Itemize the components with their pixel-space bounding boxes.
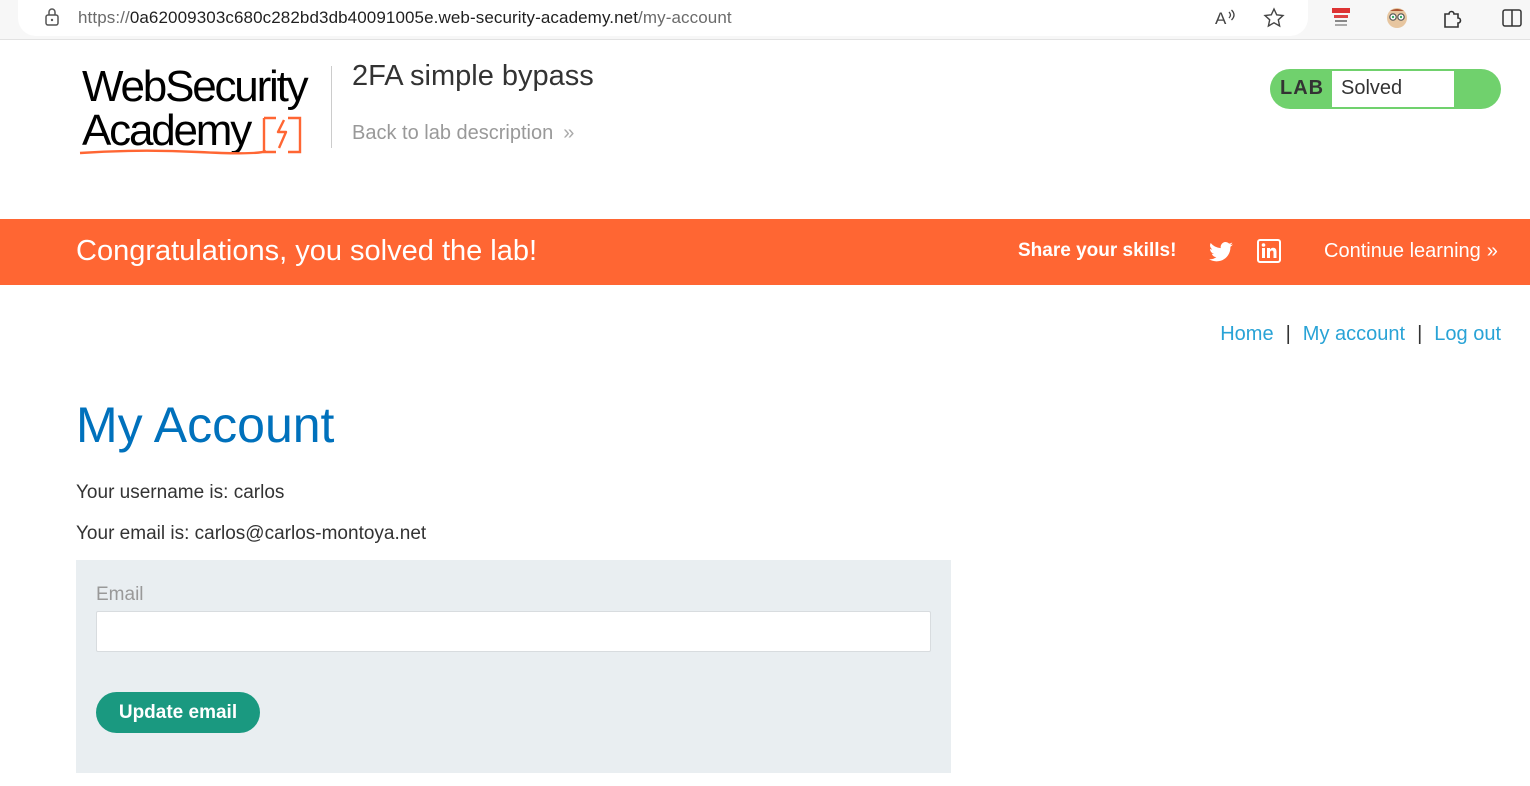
linkedin-icon[interactable]: [1257, 239, 1281, 263]
nav-logout-link[interactable]: Log out: [1434, 323, 1501, 346]
logo-underline-swoosh: [79, 149, 267, 155]
continue-learning-label: Continue learning: [1324, 240, 1481, 262]
solved-banner: Congratulations, you solved the lab! Sha…: [0, 219, 1530, 285]
congratulations-message: Congratulations, you solved the lab!: [76, 235, 538, 267]
logo-lightning-icon: [262, 116, 302, 154]
svg-text:A: A: [1215, 9, 1227, 28]
twitter-icon[interactable]: [1208, 239, 1234, 265]
nav-my-account-link[interactable]: My account: [1303, 323, 1405, 346]
nav-separator: |: [1285, 323, 1291, 345]
username-info: Your username is: carlos: [76, 482, 285, 503]
url-path: /my-account: [638, 8, 732, 27]
nav-separator: |: [1417, 323, 1423, 345]
url-scheme: https://: [78, 8, 130, 27]
browser-toolbar: https://0a62009303c680c282bd3db40091005e…: [0, 0, 1530, 40]
address-bar[interactable]: https://0a62009303c680c282bd3db40091005e…: [18, 0, 1308, 36]
lab-status-text: Solved: [1332, 71, 1454, 107]
lab-status-widget: LAB Solved: [1270, 69, 1501, 109]
extension-flag-icon[interactable]: [1329, 6, 1353, 30]
read-aloud-icon[interactable]: A: [1214, 6, 1238, 30]
email-info: Your email is: carlos@carlos-montoya.net: [76, 523, 427, 544]
lab-tag: LAB: [1280, 77, 1325, 99]
change-email-form: Email Update email: [76, 560, 951, 773]
back-to-lab-description-link[interactable]: Back to lab description »: [352, 122, 574, 145]
profile-avatar-icon[interactable]: [1385, 6, 1409, 30]
lab-title: 2FA simple bypass: [352, 60, 594, 92]
url-host: 0a62009303c680c282bd3db40091005e.web-sec…: [129, 8, 639, 27]
top-nav: Home | My account | Log out: [1220, 323, 1501, 346]
double-chevron-right-icon: »: [1486, 240, 1498, 262]
email-input[interactable]: [96, 611, 931, 652]
continue-learning-link[interactable]: Continue learning»: [1324, 240, 1498, 263]
lock-icon[interactable]: [44, 7, 60, 27]
back-link-label: Back to lab description: [352, 122, 554, 144]
extensions-puzzle-icon[interactable]: [1440, 6, 1464, 30]
split-screen-icon[interactable]: [1500, 6, 1524, 30]
url-text[interactable]: https://0a62009303c680c282bd3db40091005e…: [78, 8, 732, 28]
nav-home-link[interactable]: Home: [1220, 323, 1273, 346]
web-security-academy-logo[interactable]: WebSecurity Academy: [78, 64, 328, 158]
email-label: Email: [96, 584, 144, 605]
double-chevron-right-icon: »: [563, 122, 575, 144]
favorite-star-icon[interactable]: [1262, 6, 1286, 30]
update-email-button[interactable]: Update email: [96, 692, 260, 733]
logo-text-line1: WebSecurity: [82, 62, 309, 111]
page-title: My Account: [76, 397, 335, 453]
header-divider: [331, 66, 332, 148]
share-skills-label: Share your skills!: [1018, 240, 1177, 261]
